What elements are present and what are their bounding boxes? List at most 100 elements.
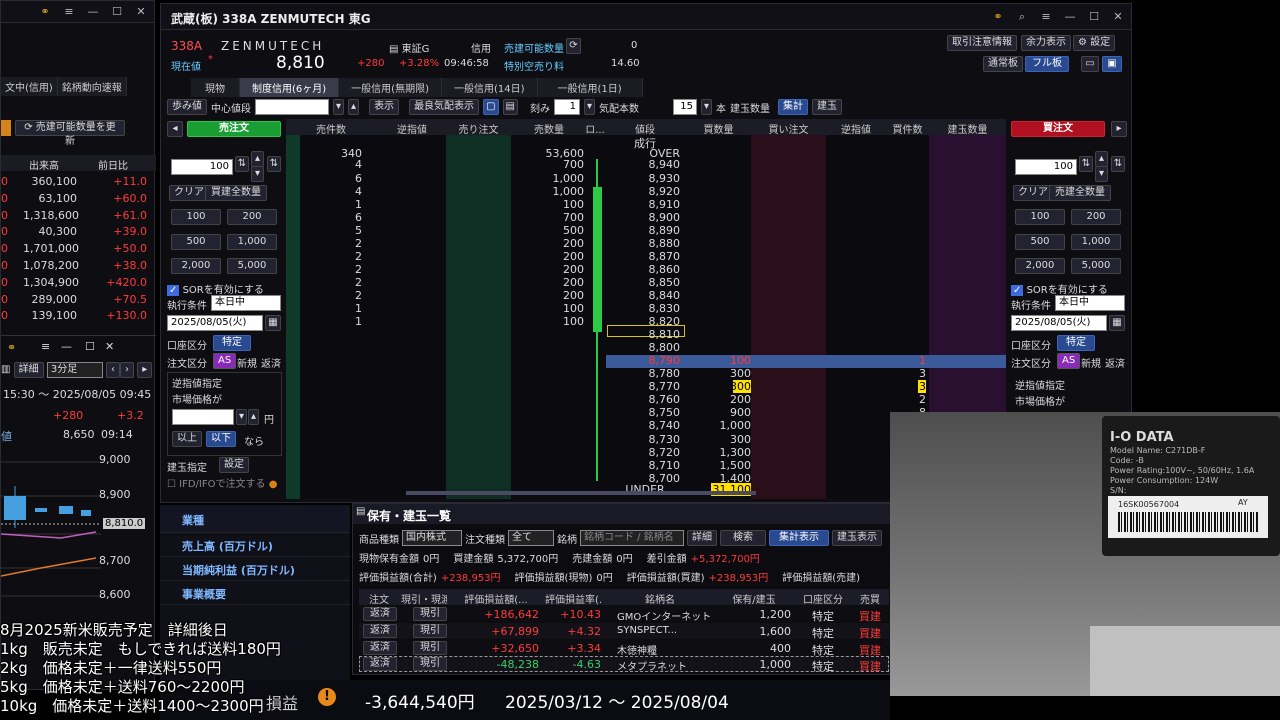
bid-qty[interactable]: 100 bbox=[686, 354, 751, 367]
refresh-icon[interactable]: ⟳ bbox=[566, 38, 581, 54]
ask-qty[interactable]: 100 bbox=[514, 198, 584, 211]
repay-button[interactable]: 返済 bbox=[363, 657, 397, 672]
bid-qty[interactable]: 200 bbox=[686, 393, 751, 406]
sor-checkbox[interactable]: ✓ SORを有効にする bbox=[1011, 281, 1108, 296]
summary-button[interactable]: 集計 bbox=[778, 99, 809, 115]
qty-5000-button[interactable]: 5,000 bbox=[227, 258, 277, 274]
interval-select[interactable]: 3分足 bbox=[46, 362, 103, 378]
ask-qty[interactable]: 100 bbox=[514, 302, 584, 315]
qty-adjust-icon[interactable]: ⇅ bbox=[235, 156, 249, 172]
stock-name-cell[interactable]: メタプラネット bbox=[617, 658, 713, 673]
layout1-icon[interactable]: ▭ bbox=[1081, 56, 1099, 72]
bid-qty[interactable]: 300 bbox=[686, 367, 751, 380]
ask-price[interactable]: 8,910 bbox=[606, 198, 684, 211]
stock-name-cell[interactable]: SYNSPECT... bbox=[617, 625, 713, 636]
chevron-down-icon[interactable]: ▾ bbox=[236, 409, 247, 425]
qty-500-button[interactable]: 500 bbox=[1015, 234, 1065, 250]
close-option[interactable]: 返済 bbox=[1105, 355, 1125, 370]
current-price-row[interactable]: 8,810 bbox=[606, 328, 684, 341]
take-delivery-button[interactable]: 現引 bbox=[413, 607, 447, 621]
close-icon[interactable]: ✕ bbox=[105, 340, 114, 353]
bid-price[interactable]: 8,720 bbox=[606, 446, 684, 459]
account-specific[interactable]: 特定 bbox=[1057, 335, 1095, 351]
calendar-icon[interactable]: ▦ bbox=[265, 315, 281, 331]
qty-1000-button[interactable]: 1,000 bbox=[1071, 234, 1121, 250]
qty-5000-button[interactable]: 5,000 bbox=[1071, 258, 1121, 274]
ask-qty[interactable]: 700 bbox=[514, 211, 584, 224]
ask-price[interactable]: 8,900 bbox=[606, 211, 684, 224]
qty-adjust-icon[interactable]: ⇅ bbox=[267, 156, 281, 172]
chevron-down-icon[interactable]: ▾ bbox=[583, 99, 595, 115]
repay-button[interactable]: 返済 bbox=[363, 623, 397, 638]
ask-qty[interactable]: 100 bbox=[514, 315, 584, 328]
ask-qty[interactable]: 200 bbox=[514, 250, 584, 263]
maximize-icon[interactable]: ☐ bbox=[110, 5, 124, 18]
buy-order-title[interactable]: 買注文 bbox=[1011, 121, 1105, 137]
ask-qty[interactable]: 1,000 bbox=[514, 172, 585, 185]
chevron-down-icon[interactable]: ▾ bbox=[701, 99, 713, 115]
tab-system-margin[interactable]: 制度信用(6ヶ月) bbox=[240, 78, 340, 97]
close-icon[interactable]: ✕ bbox=[134, 5, 148, 18]
qty-1000-button[interactable]: 1,000 bbox=[227, 234, 277, 250]
ayumi-button[interactable]: 歩み値 bbox=[167, 99, 207, 115]
exec-cond-select[interactable]: 本日中 bbox=[1055, 295, 1125, 311]
collapse-left-icon[interactable]: ◂ bbox=[167, 121, 183, 137]
stock-name-cell[interactable]: GMOインターネット bbox=[617, 608, 713, 623]
link-icon[interactable]: ⚭ bbox=[991, 10, 1005, 24]
minimize-icon[interactable]: — bbox=[61, 340, 72, 353]
as-button[interactable]: AS bbox=[1057, 353, 1081, 369]
qty-adjust-icon[interactable]: ⇅ bbox=[1111, 156, 1125, 172]
ask-price[interactable]: 8,880 bbox=[606, 237, 684, 250]
take-delivery-button[interactable]: 現引 bbox=[413, 623, 447, 638]
position-set-button[interactable]: 設定 bbox=[219, 457, 249, 473]
maximize-icon[interactable]: ☐ bbox=[1087, 10, 1101, 24]
all-position-button[interactable]: 売建全数量 bbox=[1049, 185, 1111, 201]
take-delivery-button[interactable]: 現引 bbox=[413, 657, 447, 672]
sor-checkbox[interactable]: ✓ SORを有効にする bbox=[167, 281, 264, 296]
bid-qty[interactable]: 300 bbox=[686, 380, 751, 394]
warning-icon[interactable]: ! bbox=[318, 688, 336, 706]
chevron-up-icon[interactable]: ▴ bbox=[251, 151, 264, 167]
qty-2000-button[interactable]: 2,000 bbox=[171, 258, 221, 274]
link-icon[interactable]: ⚭ bbox=[7, 341, 16, 354]
forward-icon[interactable]: ▸ bbox=[137, 362, 153, 378]
clear-button[interactable]: クリア bbox=[1013, 185, 1053, 201]
menu-icon[interactable]: ≡ bbox=[41, 340, 50, 353]
chevron-up-icon[interactable]: ▴ bbox=[1095, 151, 1108, 167]
menu-icon[interactable]: ≡ bbox=[62, 5, 76, 18]
bid-price[interactable]: 8,710 bbox=[606, 459, 684, 472]
depth-input[interactable]: 15 bbox=[673, 99, 697, 115]
date-input[interactable]: 2025/08/05(火) bbox=[1011, 315, 1107, 331]
filter-stock-input[interactable]: 銘柄コード / 銘柄名 bbox=[580, 530, 684, 546]
ask-qty[interactable]: 200 bbox=[514, 263, 584, 276]
view-a-icon[interactable]: ▢ bbox=[483, 99, 499, 115]
summary-view-button[interactable]: 集計表示 bbox=[769, 530, 829, 546]
bid-qty[interactable]: 900 bbox=[686, 406, 751, 419]
chart-icon[interactable]: ▥ bbox=[1, 364, 10, 375]
ask-price[interactable]: 8,860 bbox=[606, 263, 684, 276]
tab-spot[interactable]: 現物 bbox=[191, 78, 240, 97]
exec-cond-select[interactable]: 本日中 bbox=[211, 295, 281, 311]
above-button[interactable]: 以上 bbox=[172, 431, 202, 447]
chevron-up-icon[interactable]: ▴ bbox=[348, 99, 360, 115]
layout2-icon[interactable]: ▣ bbox=[1102, 56, 1122, 72]
ask-price[interactable]: 8,930 bbox=[606, 172, 684, 185]
h-scrollbar[interactable] bbox=[406, 491, 756, 495]
position-view-button[interactable]: 建玉表示 bbox=[832, 530, 882, 546]
minimize-icon[interactable]: — bbox=[1063, 10, 1077, 24]
tab-stock-trend[interactable]: 銘柄動向速報 bbox=[57, 77, 127, 96]
refresh-sellable-button[interactable]: ⟳ 売建可能数量を更新 bbox=[15, 120, 125, 147]
tick-input[interactable]: 1 bbox=[553, 99, 580, 115]
settings-button[interactable]: ⚙ 設定 bbox=[1073, 35, 1116, 51]
ask-price[interactable]: 8,920 bbox=[606, 185, 684, 198]
search-icon[interactable]: ⌕ bbox=[1015, 10, 1029, 24]
menu-icon[interactable]: ≡ bbox=[1039, 10, 1053, 24]
ask-qty[interactable]: 700 bbox=[514, 158, 584, 171]
qty-2000-button[interactable]: 2,000 bbox=[1015, 258, 1065, 274]
bid-price[interactable]: 8,740 bbox=[606, 419, 684, 432]
maximize-icon[interactable]: ☐ bbox=[85, 340, 95, 353]
collapse-right-icon[interactable]: ▸ bbox=[1111, 121, 1127, 137]
prev-icon[interactable]: ‹ bbox=[106, 362, 121, 378]
ask-price[interactable]: 8,940 bbox=[606, 158, 684, 171]
qty-100-button[interactable]: 100 bbox=[1015, 209, 1065, 225]
